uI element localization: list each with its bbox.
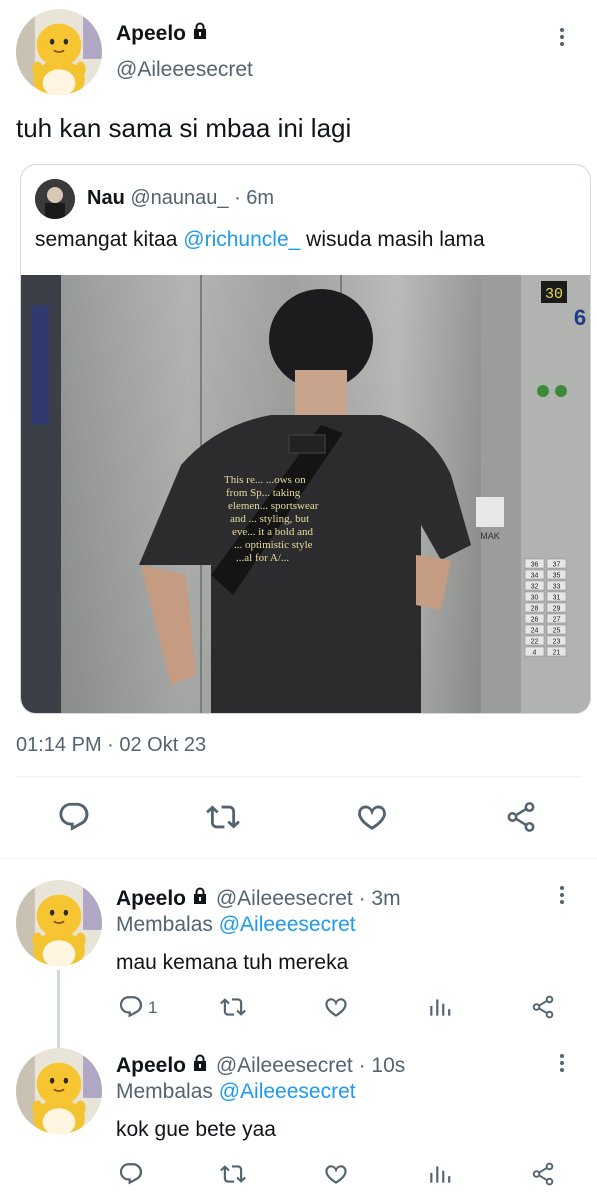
elevator-button-label: 31: [553, 595, 561, 602]
heart-icon[interactable]: [355, 800, 389, 834]
replying-to-link[interactable]: @Aileeesecret: [219, 913, 356, 936]
shirt-print-line: and ... styling, but: [230, 513, 309, 525]
heart-icon[interactable]: [323, 994, 349, 1020]
more-options-icon[interactable]: [559, 28, 565, 49]
shirt-print-line: ...al for A/...: [236, 552, 289, 564]
reply-display-name[interactable]: Apeelo: [116, 1054, 186, 1077]
shirt-print-line: elemen... sportswear: [228, 500, 319, 512]
elevator-button-label: 23: [553, 639, 561, 646]
mascot-avatar-image: [16, 880, 102, 966]
reply-text: mau kemana tuh mereka: [116, 951, 349, 974]
stats-icon[interactable]: [427, 1161, 453, 1187]
retweet-icon[interactable]: [220, 1161, 246, 1187]
elevator-floor: 6: [574, 305, 586, 330]
elevator-photo-illustration: 30 6 MAK 36 37 34 35 32 33 30 31 28 29 26 27 24 25 22 2…: [21, 275, 590, 713]
quoted-mention-link[interactable]: @richuncle_: [183, 228, 300, 251]
tweet-timestamp[interactable]: 01:14 PM · 02 Okt 23: [16, 734, 206, 757]
more-options-icon[interactable]: [559, 1054, 565, 1075]
elevator-button-label: 35: [553, 573, 561, 580]
shirt-print-line: from Sp... taking: [226, 487, 301, 499]
reply-text: kok gue bete yaa: [116, 1118, 276, 1141]
divider-top: [16, 776, 581, 777]
reply-display-name[interactable]: Apeelo: [116, 887, 186, 910]
mascot-avatar-image: [16, 1048, 102, 1134]
reply-icon[interactable]: [118, 1161, 144, 1187]
reply-time[interactable]: · 3m: [359, 887, 401, 910]
reply-tweet[interactable]: Apeelo @Aileeesecret · 3m Membalas @Aile…: [0, 858, 597, 1048]
shirt-print-line: ... optimistic style: [234, 539, 313, 551]
quoted-avatar[interactable]: [35, 179, 75, 219]
reply-author-line: Apeelo @Aileeesecret · 3m: [116, 886, 401, 911]
reply-author-line: Apeelo @Aileeesecret · 10s: [116, 1053, 405, 1078]
quoted-handle[interactable]: @naunau_: [130, 187, 228, 209]
heart-icon[interactable]: [323, 1161, 349, 1187]
reply-count: 1: [148, 998, 158, 1017]
elevator-button-label: 36: [531, 562, 539, 569]
elevator-button-label: 4: [533, 650, 537, 657]
share-icon[interactable]: [530, 994, 556, 1020]
shirt-print-line: This re... ...ows on: [224, 474, 306, 486]
tweet-text: tuh kan sama si mbaa ini lagi: [16, 113, 352, 143]
replying-to-line: Membalas @Aileeesecret: [116, 1080, 356, 1104]
reply-avatar[interactable]: [16, 880, 102, 966]
retweet-icon[interactable]: [220, 994, 246, 1020]
reply-icon[interactable]: [57, 800, 91, 834]
quoted-text: semangat kitaa @richuncle_ wisuda masih …: [35, 228, 485, 252]
elevator-button-label: 34: [531, 573, 539, 580]
elevator-button-label: 27: [553, 617, 561, 624]
author-handle[interactable]: @Aileeesecret: [116, 58, 253, 82]
elevator-button-label: 22: [531, 639, 539, 646]
quoted-author-line: Nau @naunau_ · 6m: [87, 187, 274, 210]
more-options-icon[interactable]: [559, 886, 565, 907]
quoted-text-after: wisuda masih lama: [300, 228, 485, 251]
quoted-tweet-card[interactable]: Nau @naunau_ · 6m semangat kitaa @richun…: [20, 164, 591, 714]
avatar-main[interactable]: [16, 9, 102, 95]
stats-icon[interactable]: [427, 994, 453, 1020]
elevator-button-label: 28: [531, 606, 539, 613]
reply-avatar[interactable]: [16, 1048, 102, 1134]
shirt-print-line: eve... it a bold and: [232, 526, 313, 538]
reply-time[interactable]: · 10s: [359, 1054, 406, 1077]
author-display-name[interactable]: Apeelo: [116, 21, 210, 46]
elevator-button-label: 32: [531, 584, 539, 591]
share-icon[interactable]: [530, 1161, 556, 1187]
elevator-panel-label: MAK: [480, 531, 500, 541]
lock-icon: [190, 21, 210, 41]
elevator-button-label: 24: [531, 628, 539, 635]
reply-icon[interactable]: [118, 994, 144, 1020]
elevator-button-label: 30: [531, 595, 539, 602]
reply-handle[interactable]: @Aileeesecret: [216, 887, 353, 910]
mascot-avatar-image: [16, 9, 102, 95]
quoted-display-name[interactable]: Nau: [87, 187, 125, 209]
display-name-text: Apeelo: [116, 22, 187, 45]
elevator-button-label: 29: [553, 606, 561, 613]
elevator-display: 30: [545, 286, 563, 303]
replying-prefix: Membalas: [116, 1080, 219, 1103]
lock-icon: [190, 1053, 210, 1073]
reply-tweet[interactable]: Apeelo @Aileeesecret · 10s Membalas @Ail…: [0, 1028, 597, 1200]
elevator-button-label: 33: [553, 584, 561, 591]
elevator-button-label: 25: [553, 628, 561, 635]
elevator-button-label: 21: [553, 650, 561, 657]
quoted-avatar-image: [35, 179, 75, 219]
quoted-text-before: semangat kitaa: [35, 228, 184, 251]
lock-icon: [190, 886, 210, 906]
replying-to-link[interactable]: @Aileeesecret: [219, 1080, 356, 1103]
share-icon[interactable]: [504, 800, 538, 834]
reply-handle[interactable]: @Aileeesecret: [216, 1054, 353, 1077]
quoted-photo[interactable]: 30 6 MAK 36 37 34 35 32 33 30 31 28 29 26 27 24 25 22 2…: [21, 275, 590, 713]
quoted-time[interactable]: · 6m: [234, 187, 274, 209]
elevator-button-label: 26: [531, 617, 539, 624]
retweet-icon[interactable]: [206, 800, 240, 834]
elevator-button-label: 37: [553, 562, 561, 569]
replying-prefix: Membalas: [116, 913, 219, 936]
replying-to-line: Membalas @Aileeesecret: [116, 913, 356, 937]
